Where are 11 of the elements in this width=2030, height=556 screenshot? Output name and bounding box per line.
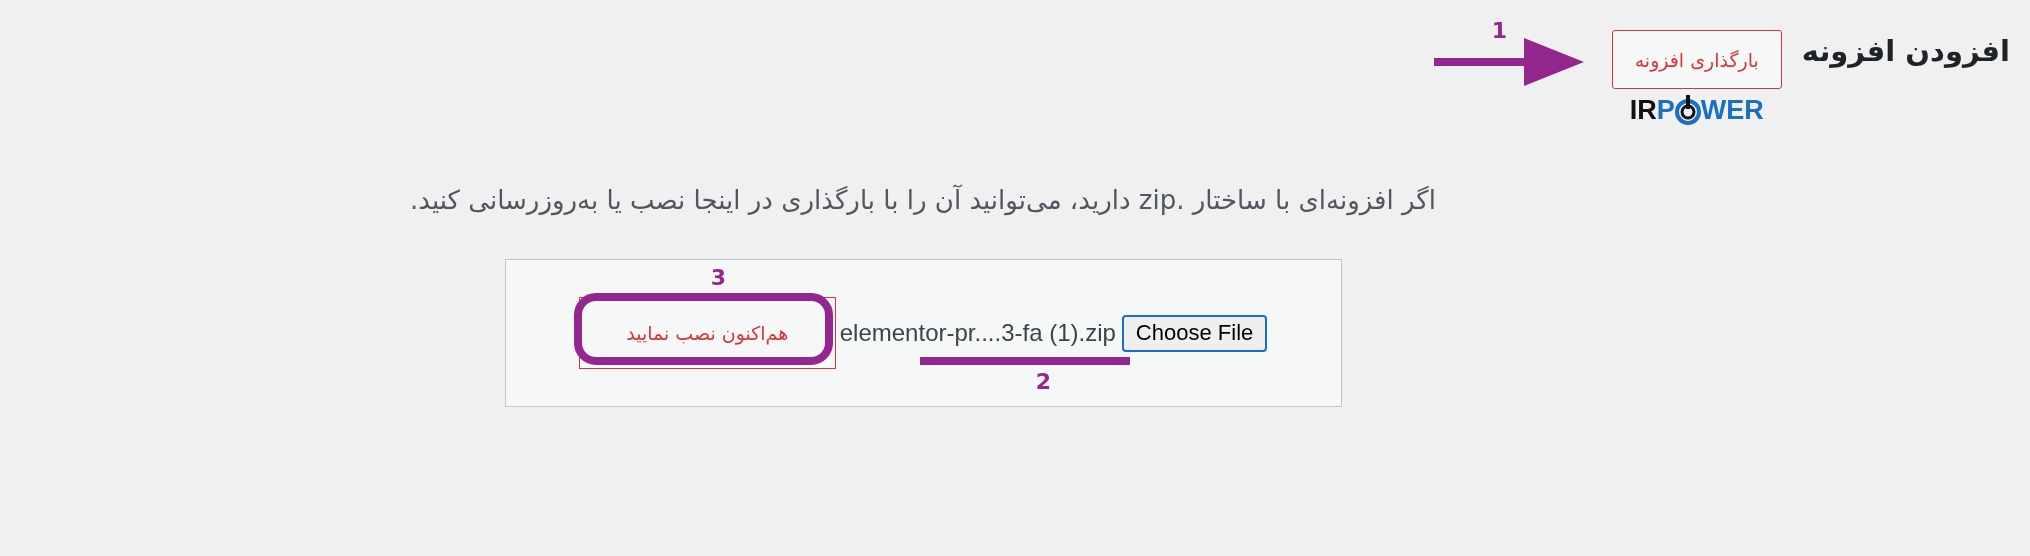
annotation-number: 2	[1035, 371, 1052, 393]
annotation-number: 3	[710, 267, 727, 289]
logo: IRP WER	[1629, 95, 1764, 125]
page-title: افزودن افزونه	[1801, 34, 2010, 68]
arrow-icon	[1433, 38, 1584, 86]
intro-text: اگر افزونه‌ای با ساختار .zip دارید، می‌توانید آن را با بارگذاری در اینجا نصب یا به‌روزرسانی کنید.	[410, 185, 1436, 215]
install-now-button[interactable]: هم‌اکنون نصب نمایید	[578, 297, 836, 369]
file-name: elementor-pr....3-fa (1).zip	[839, 319, 1116, 346]
annotation-number: 1	[1491, 20, 1507, 42]
upload-plugin-button[interactable]: بارگذاری افزونه	[1611, 30, 1782, 89]
choose-file-button[interactable]: Choose File	[1121, 314, 1268, 352]
